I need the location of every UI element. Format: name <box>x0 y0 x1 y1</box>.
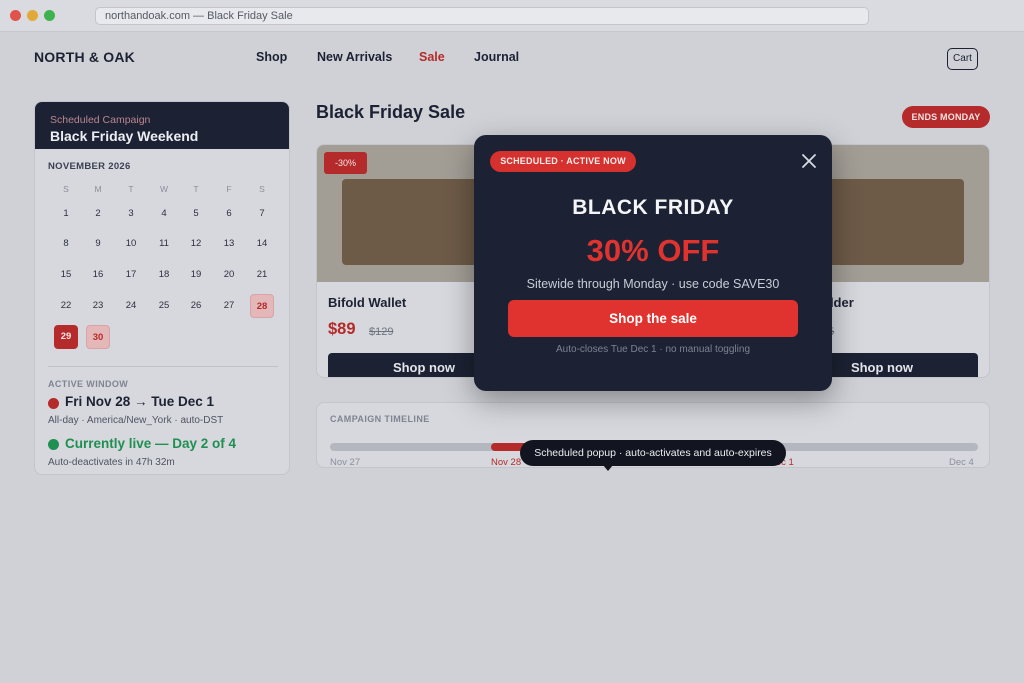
nav-shop[interactable]: Shop <box>256 50 287 64</box>
calendar-day[interactable]: 3 <box>119 202 143 226</box>
calendar-day[interactable]: 16 <box>86 263 110 287</box>
calendar-weekday: F <box>226 184 232 194</box>
page: NORTH & OAK Shop New Arrivals Sale Journ… <box>0 32 1024 683</box>
scheduler-kicker: Scheduled Campaign <box>50 114 151 126</box>
browser-chrome: northandoak.com — Black Friday Sale <box>0 0 1024 32</box>
calendar-day[interactable]: 6 <box>217 202 241 226</box>
popup-footnote: Auto-closes Tue Dec 1 · no manual toggli… <box>556 344 750 355</box>
calendar-day[interactable]: 27 <box>217 294 241 318</box>
calendar-day[interactable]: 10 <box>119 232 143 256</box>
calendar-weekday: S <box>63 184 69 194</box>
timeline-tooltip: Scheduled popup · auto-activates and aut… <box>520 440 786 466</box>
timeline-tick-nov27: Nov 27 <box>330 457 361 468</box>
cart-button[interactable]: Cart <box>947 48 978 70</box>
calendar-day[interactable]: 7 <box>250 202 274 226</box>
calendar-day[interactable]: 19 <box>184 263 208 287</box>
nav-journal[interactable]: Journal <box>474 50 519 64</box>
nav-new-arrivals[interactable]: New Arrivals <box>317 50 392 64</box>
scheduler-header: Scheduled Campaign Black Friday Weekend <box>35 102 289 149</box>
tooltip-arrow <box>603 465 613 471</box>
calendar-day[interactable]: 20 <box>217 263 241 287</box>
brand-logo[interactable]: NORTH & OAK <box>34 49 135 65</box>
calendar-day[interactable]: 11 <box>152 232 176 256</box>
calendar-weekday: M <box>94 184 102 194</box>
calendar-weekday: T <box>193 184 199 194</box>
window-close-dot[interactable] <box>10 10 21 21</box>
calendar-day[interactable]: 25 <box>152 294 176 318</box>
timeline-tick-nov28: Nov 28 <box>491 457 522 468</box>
calendar-day[interactable]: 22 <box>54 294 78 318</box>
scheduler-divider <box>48 366 278 367</box>
timeline-tick-dec4: Dec 4 <box>949 457 974 468</box>
calendar-day[interactable]: 4 <box>152 202 176 226</box>
window-minimize-dot[interactable] <box>27 10 38 21</box>
active-window-label: ACTIVE WINDOW <box>48 379 129 389</box>
calendar-day[interactable]: 18 <box>152 263 176 287</box>
calendar-day[interactable]: 8 <box>54 232 78 256</box>
calendar-day[interactable]: 1 <box>54 202 78 226</box>
calendar-day[interactable]: 5 <box>184 202 208 226</box>
campaign-scheduler-card: Scheduled Campaign Black Friday Weekend … <box>34 101 290 475</box>
page-title: Black Friday Sale <box>316 102 466 122</box>
ends-badge: ENDS MONDAY <box>902 106 990 128</box>
calendar-day[interactable]: 9 <box>86 232 110 256</box>
auto-deactivate-countdown: Auto-deactivates in 47h 32m <box>48 457 175 468</box>
live-status: Currently live — Day 2 of 4 <box>65 436 237 451</box>
popup-offer: 30% OFF <box>586 233 720 268</box>
active-window-range: Fri Nov 28 → Tue Dec 1 <box>65 394 215 409</box>
calendar-day[interactable]: 2 <box>86 202 110 226</box>
calendar-day[interactable]: 23 <box>86 294 110 318</box>
timeline-label: CAMPAIGN TIMELINE <box>330 414 430 424</box>
calendar-day[interactable]: 28 <box>250 294 274 318</box>
calendar-day[interactable]: 15 <box>54 263 78 287</box>
calendar-day[interactable]: 30 <box>86 325 110 349</box>
calendar-day[interactable]: 24 <box>119 294 143 318</box>
scheduler-title: Black Friday Weekend <box>50 128 199 144</box>
calendar-day[interactable]: 12 <box>184 232 208 256</box>
nav-sale[interactable]: Sale <box>419 50 445 64</box>
calendar-weekday: W <box>159 184 169 194</box>
range-status-dot <box>48 398 59 409</box>
popup-subtext: Sitewide through Monday · use code SAVE3… <box>526 277 780 291</box>
product-original-price: $129 <box>369 326 394 338</box>
black-friday-popup: SCHEDULED · ACTIVE NOW BLACK FRIDAY 30% … <box>474 135 832 391</box>
calendar-day[interactable]: 17 <box>119 263 143 287</box>
active-window-timezone: All-day · America/New_York · auto-DST <box>48 415 224 426</box>
calendar-day[interactable]: 26 <box>184 294 208 318</box>
live-status-dot <box>48 439 59 450</box>
calendar-month: NOVEMBER 2026 <box>48 161 131 172</box>
calendar-day[interactable]: 21 <box>250 263 274 287</box>
close-icon[interactable] <box>800 152 818 170</box>
calendar-weekday: T <box>128 184 134 194</box>
address-bar[interactable]: northandoak.com — Black Friday Sale <box>95 7 869 25</box>
product-name[interactable]: Bifold Wallet <box>328 295 406 310</box>
discount-badge: -30% <box>324 152 367 174</box>
calendar-day[interactable]: 14 <box>250 232 274 256</box>
product-price: $89 <box>328 320 356 338</box>
window-maximize-dot[interactable] <box>44 10 55 21</box>
calendar-day[interactable]: 29 <box>54 325 78 349</box>
shop-the-sale-button[interactable]: Shop the sale <box>508 300 798 337</box>
calendar-weekday: S <box>259 184 265 194</box>
calendar-day[interactable]: 13 <box>217 232 241 256</box>
popup-headline: BLACK FRIDAY <box>572 196 734 219</box>
popup-status-badge: SCHEDULED · ACTIVE NOW <box>490 151 636 172</box>
